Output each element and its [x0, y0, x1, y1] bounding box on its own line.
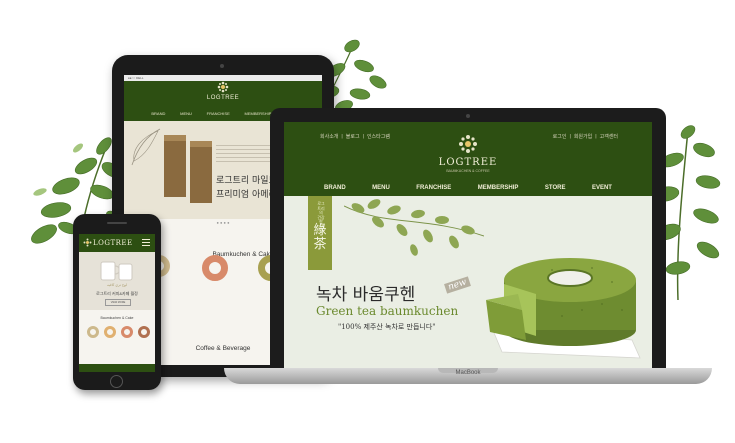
hero-banner[interactable]: 로그트리의 건강한 디저트 綠茶 녹차 바움쿠헨 new Green tea b…: [284, 196, 652, 368]
baumkuchen-image[interactable]: [87, 326, 99, 338]
top-links-left[interactable]: 회사소개 ㅣ 블로그 ㅣ 인스타그램: [320, 133, 390, 140]
tablet-nav-membership[interactable]: MEMBERSHIP: [244, 111, 271, 116]
site-header: 회사소개 ㅣ 블로그 ㅣ 인스타그램 로그인 ㅣ 회원가입 ㅣ 고객센터 LOG…: [284, 122, 652, 196]
nav-brand[interactable]: BRAND: [324, 185, 346, 191]
green-tea-baumkuchen-image: [486, 258, 641, 359]
baumkuchen-image[interactable]: [104, 326, 116, 338]
phone-logo[interactable]: LOGTREE: [93, 239, 133, 247]
green-tea-leaves-illustration: [344, 199, 484, 256]
leaf-illustration: [131, 128, 161, 166]
phone-hero-arabic: لوج تري كافيه: [106, 283, 128, 287]
hero-title-english: Green tea baumkuchen: [316, 304, 459, 318]
nav-menu[interactable]: MENU: [372, 185, 390, 191]
site-logo-tagline: BAUMKUCHEN & COFFEE: [446, 169, 490, 173]
laptop-screen: 회사소개 ㅣ 블로그 ㅣ 인스타그램 로그인 ㅣ 회원가입 ㅣ 고객센터 LOG…: [284, 122, 652, 368]
hamburger-menu-icon[interactable]: [142, 239, 150, 247]
phone-header: LOGTREE: [79, 234, 155, 252]
phone-home-button[interactable]: [110, 375, 123, 388]
phone-view-more-button[interactable]: VIEW MORE: [105, 299, 131, 306]
phone-device: LOGTREE لوج تري كافيه 로그트리 커피&카페 월정 VIEW…: [73, 214, 161, 390]
tablet-nav-brand[interactable]: BRAND: [151, 111, 165, 116]
phone-section-title: Baumkuchen & Cake: [100, 316, 134, 320]
tablet-hero-line2: 프리미엄 아메리: [216, 190, 277, 200]
baumkuchen-image[interactable]: [202, 255, 228, 281]
coffee-bag-image: [164, 135, 186, 197]
top-links-right[interactable]: 로그인 ㅣ 회원가입 ㅣ 고객센터: [553, 133, 618, 140]
main-nav: BRAND MENU FRANCHISE MEMBERSHIP STORE EV…: [324, 185, 612, 191]
site-logo[interactable]: LOGTREE: [284, 157, 652, 168]
new-badge: new: [444, 276, 471, 294]
green-tea-vertical-banner: 로그트리의 건강한 디저트 綠茶: [308, 196, 332, 270]
tablet-camera: [220, 64, 224, 68]
laptop-camera: [466, 114, 470, 118]
baumkuchen-image[interactable]: [138, 326, 150, 338]
coffee-cups-image: [100, 261, 133, 281]
hero-quote: "100% 제주산 녹차로 만듭니다": [338, 323, 436, 331]
coffee-bag-image: [190, 141, 212, 203]
nav-store[interactable]: STORE: [545, 185, 566, 191]
tablet-nav-menu[interactable]: MENU: [180, 111, 192, 116]
tablet-logo-icon: [217, 81, 229, 93]
phone-hero-korean: 로그트리 커피&카페 월정: [96, 291, 138, 296]
nav-membership[interactable]: MEMBERSHIP: [478, 185, 519, 191]
laptop-brand-label: MacBook: [455, 370, 481, 376]
baumkuchen-image[interactable]: [121, 326, 133, 338]
tablet-nav-franchise[interactable]: FRANCHISE: [207, 111, 230, 116]
logtree-logo-icon: [459, 135, 477, 153]
phone-footer: [79, 364, 155, 372]
tablet-hero-line1: 로그트리 마일드: [216, 176, 277, 186]
nav-event[interactable]: EVENT: [592, 185, 612, 191]
phone-speaker: [107, 222, 127, 224]
tablet-logo[interactable]: LOGTREE: [124, 95, 322, 101]
hero-title-korean: 녹차 바움쿠헨: [316, 285, 416, 305]
nav-franchise[interactable]: FRANCHISE: [416, 185, 451, 191]
phone-screen: LOGTREE لوج تري كافيه 로그트리 커피&카페 월정 VIEW…: [79, 234, 155, 372]
phone-hero[interactable]: لوج تري كافيه 로그트리 커피&카페 월정 VIEW MORE: [79, 252, 155, 310]
laptop-device: 회사소개 ㅣ 블로그 ㅣ 인스타그램 로그인 ㅣ 회원가입 ㅣ 고객센터 LOG…: [270, 108, 666, 368]
banner-hanja: 綠茶: [313, 223, 327, 252]
phone-logo-icon: [83, 238, 92, 247]
